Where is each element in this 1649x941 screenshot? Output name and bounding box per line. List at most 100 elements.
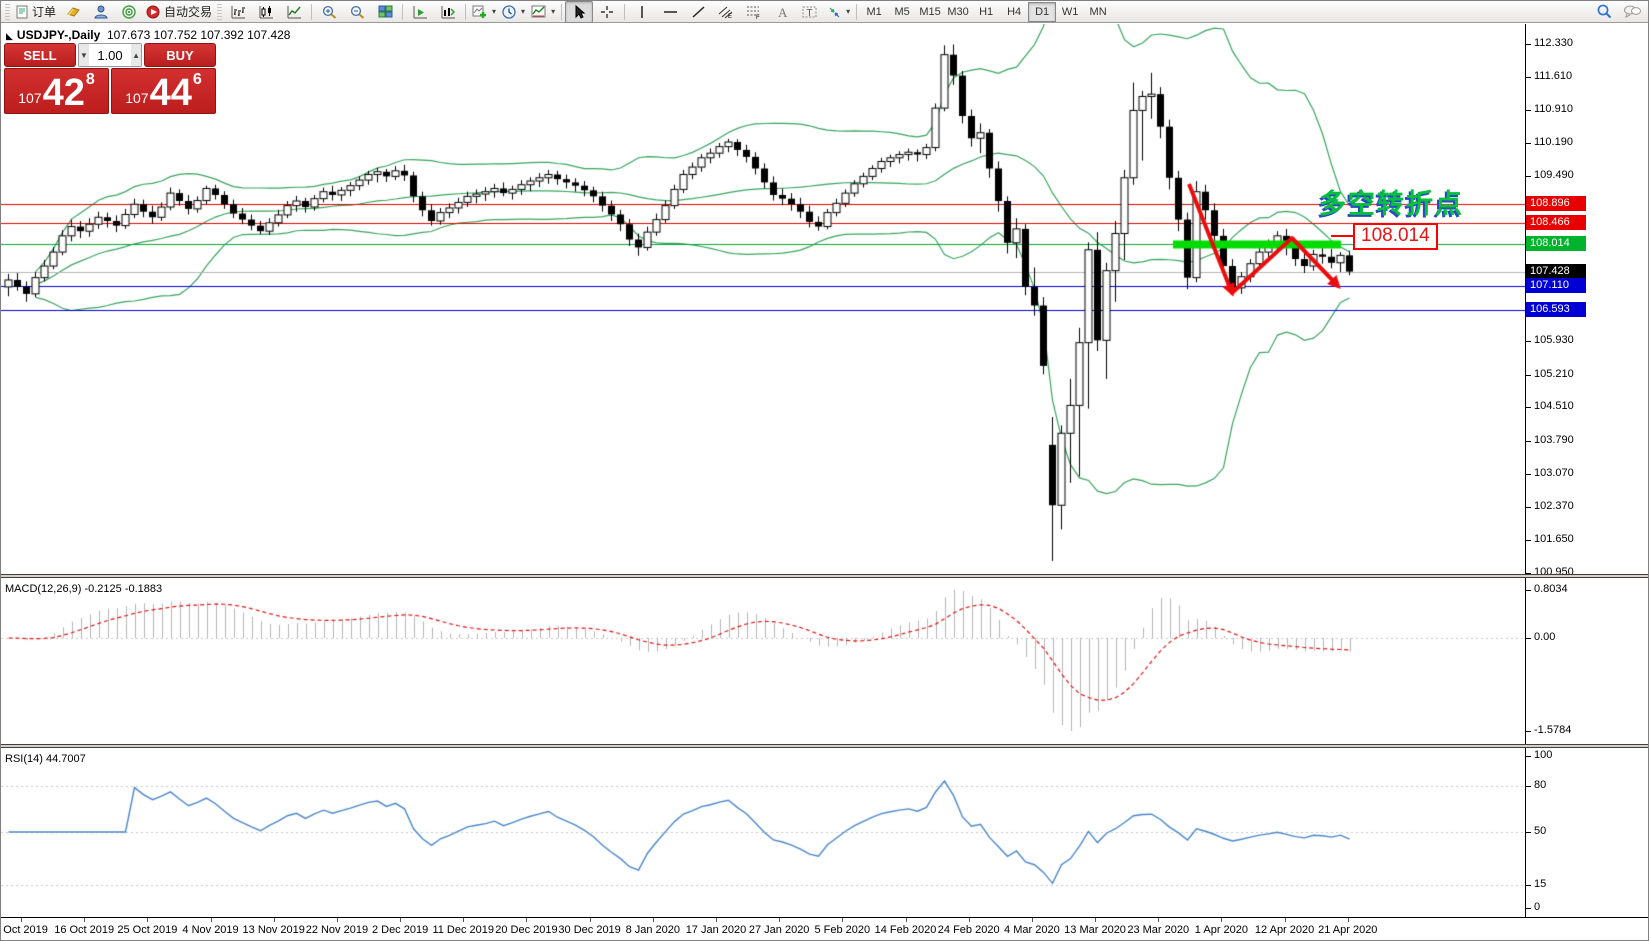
date-tick	[21, 918, 22, 922]
auto-trading-button[interactable]: 自动交易	[143, 1, 215, 23]
chart-step-button[interactable]	[434, 1, 462, 23]
date-tick	[842, 918, 843, 922]
macd-canvas[interactable]	[1, 578, 1525, 745]
tile-windows-button[interactable]	[371, 1, 399, 23]
volume-decrease-button[interactable]: ▼	[79, 44, 89, 66]
new-order-label: 订单	[32, 3, 56, 20]
indicators-button[interactable]: ▾	[528, 1, 558, 23]
arrows-tool-button[interactable]: ▾	[824, 1, 853, 23]
new-chart-icon	[472, 5, 488, 19]
period-button[interactable]: ▾	[499, 1, 528, 23]
new-order-icon	[15, 5, 29, 19]
price-level-tag: 108.014	[1526, 236, 1586, 251]
timeframe-M5[interactable]: M5	[888, 2, 916, 22]
market-watch-button[interactable]	[59, 1, 87, 23]
mt4-application-window: 订单 自动交易	[0, 0, 1649, 941]
equidistant-channel-tool-button[interactable]: E	[712, 1, 740, 23]
timeframe-MN[interactable]: MN	[1084, 2, 1112, 22]
strategy-tester-button[interactable]	[115, 1, 143, 23]
price-tick: 110.190	[1534, 136, 1573, 148]
fibonacci-tool-button[interactable]: F	[740, 1, 768, 23]
macd-tick: 0.00	[1534, 631, 1555, 643]
text-tool-button[interactable]: A	[768, 1, 796, 23]
timeframe-M15[interactable]: M15	[916, 2, 944, 22]
date-label: 4 Mar 2020	[1004, 924, 1060, 936]
zoom-out-button[interactable]	[343, 1, 371, 23]
date-tick	[526, 918, 527, 922]
cursor-icon	[573, 5, 586, 19]
chart-symbol: USDJPY-,Daily	[17, 28, 100, 42]
date-label: 21 Apr 2020	[1318, 924, 1377, 936]
arrows-shapes-icon	[827, 5, 842, 19]
rsi-canvas[interactable]	[1, 748, 1525, 917]
price-tick: 111.610	[1534, 70, 1572, 82]
vertical-line-tool-button[interactable]	[628, 1, 656, 23]
timeframe-D1[interactable]: D1	[1028, 2, 1056, 22]
date-tick	[906, 918, 907, 922]
date-label: 8 Jan 2020	[626, 924, 680, 936]
rsi-tick: 15	[1534, 878, 1546, 890]
date-tick	[84, 918, 85, 922]
date-tick	[969, 918, 970, 922]
candlestick-chart-button[interactable]	[252, 1, 280, 23]
date-tick	[1221, 918, 1222, 922]
sell-button[interactable]: SELL	[4, 43, 76, 67]
text-label-tool-button[interactable]: T	[796, 1, 824, 23]
date-label: 7 Oct 2019	[1, 924, 48, 936]
line-chart-icon	[287, 5, 302, 19]
rsi-tick: 80	[1534, 779, 1546, 791]
rsi-plot[interactable]: RSI(14) 44.7007	[1, 748, 1525, 917]
new-order-button[interactable]: 订单	[12, 1, 59, 23]
buy-button[interactable]: BUY	[144, 43, 216, 67]
one-click-toggle-icon[interactable]: ◣	[6, 31, 13, 41]
chart-ohlc-values: 107.673 107.752 107.392 107.428	[107, 28, 291, 42]
price-tick: 103.070	[1534, 467, 1574, 479]
main-chart-plot[interactable]: ◣ USDJPY-,Daily 107.673 107.752 107.392 1…	[1, 24, 1525, 574]
date-label: 25 Oct 2019	[117, 924, 177, 936]
vertical-line-icon	[636, 5, 648, 19]
date-tick	[716, 918, 717, 922]
sell-price-tile[interactable]: 107 42 8	[4, 68, 109, 114]
timeframe-H4[interactable]: H4	[1000, 2, 1028, 22]
search-button[interactable]	[1590, 1, 1618, 23]
crosshair-tool-button[interactable]	[593, 1, 621, 23]
trendline-tool-button[interactable]	[684, 1, 712, 23]
macd-label: MACD(12,26,9) -0.2125 -0.1883	[5, 583, 162, 595]
rsi-tick: 0	[1534, 901, 1540, 913]
chat-button[interactable]	[1618, 1, 1646, 23]
volume-increase-button[interactable]: ▲	[131, 44, 141, 66]
terminal-button[interactable]	[87, 1, 115, 23]
price-tick: 105.930	[1534, 334, 1574, 346]
line-chart-button[interactable]	[280, 1, 308, 23]
volume-input[interactable]	[89, 47, 131, 64]
chart-play-button[interactable]	[406, 1, 434, 23]
macd-plot[interactable]: MACD(12,26,9) -0.2125 -0.1883	[1, 578, 1525, 745]
price-tag-connector	[1331, 235, 1353, 237]
toolbar-grip	[217, 4, 222, 20]
zoom-in-button[interactable]	[315, 1, 343, 23]
search-icon	[1596, 4, 1612, 19]
bar-chart-button[interactable]	[224, 1, 252, 23]
macd-tick: -1.5784	[1534, 724, 1571, 736]
price-chart-canvas[interactable]	[1, 24, 1525, 574]
date-label: 27 Jan 2020	[749, 924, 810, 936]
bar-chart-icon	[231, 5, 246, 19]
cursor-tool-button[interactable]	[565, 1, 593, 23]
rsi-panel: RSI(14) 44.7007 1008050150	[1, 748, 1649, 917]
date-tick	[779, 918, 780, 922]
timeframe-M1[interactable]: M1	[860, 2, 888, 22]
date-tick	[463, 918, 464, 922]
timeframe-H1[interactable]: H1	[972, 2, 1000, 22]
buy-price-tile[interactable]: 107 44 6	[111, 68, 216, 114]
sell-price-point: 8	[86, 71, 95, 89]
timeframe-M30[interactable]: M30	[944, 2, 972, 22]
toolbar-separator	[465, 4, 466, 20]
trendline-icon	[691, 5, 706, 19]
trader-profile-icon	[94, 5, 109, 19]
toolbar-separator	[311, 4, 312, 20]
price-tick: 109.490	[1534, 169, 1574, 181]
horizontal-line-tool-button[interactable]	[656, 1, 684, 23]
timeframe-W1[interactable]: W1	[1056, 2, 1084, 22]
new-chart-button[interactable]: ▾	[469, 1, 499, 23]
chart-step-icon	[441, 5, 456, 19]
